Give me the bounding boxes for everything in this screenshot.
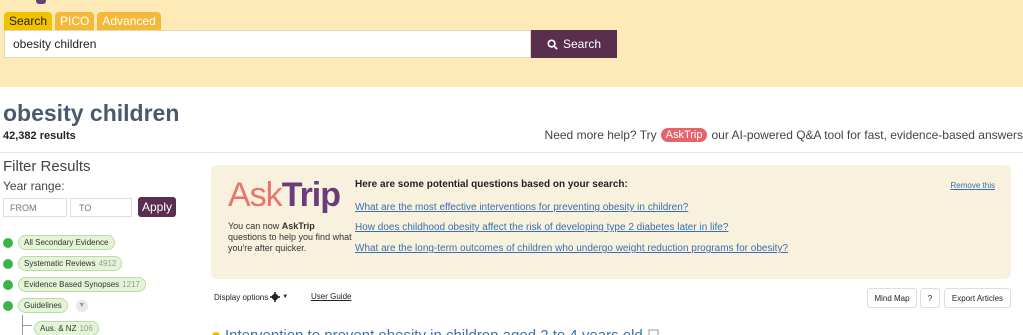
search-row: Search — [4, 30, 617, 58]
help-button[interactable]: ? — [920, 288, 940, 308]
filter-count: 1217 — [122, 280, 140, 289]
asktrip-blurb: You can now AskTrip questions to help yo… — [228, 221, 352, 253]
tree-branch — [22, 325, 32, 326]
filter-item[interactable]: Guidelines ▼ — [3, 298, 88, 313]
help-line: Need more help? Try AskTrip our AI-power… — [545, 128, 1023, 142]
filter-pill[interactable]: Guidelines — [18, 298, 68, 313]
filter-toggle-dot[interactable] — [3, 258, 13, 269]
filter-label: Guidelines — [24, 301, 62, 310]
sub-filter-item[interactable]: Aus. & NZ 106 — [34, 318, 99, 335]
year-range-label: Year range: — [3, 179, 65, 193]
filter-pill[interactable]: Systematic Reviews 4912 — [18, 256, 123, 271]
results-toolbar: Display options ▼ User Guide Mind Map ? … — [211, 288, 1023, 308]
filter-toggle-dot[interactable] — [3, 279, 13, 290]
year-to-input[interactable] — [70, 198, 132, 217]
result-count: 42,382 results — [3, 130, 76, 142]
filter-item[interactable]: Evidence Based Synopses 1217 — [3, 277, 146, 292]
filter-label: All Secondary Evidence — [24, 238, 109, 247]
display-options-button[interactable]: Display options ▼ — [214, 292, 288, 302]
user-guide-link[interactable]: User Guide — [311, 292, 351, 301]
sub-filter-pill[interactable]: Aus. & NZ 106 — [34, 321, 99, 335]
filter-item[interactable]: Systematic Reviews 4912 — [3, 256, 123, 271]
suggested-question-link[interactable]: What are the most effective intervention… — [355, 202, 688, 213]
filter-toggle-dot[interactable] — [3, 300, 13, 311]
search-button[interactable]: Search — [531, 30, 617, 58]
search-icon — [547, 38, 558, 50]
filter-toggle-dot[interactable] — [3, 237, 13, 248]
result-evidence-dot — [212, 331, 220, 335]
tab-search[interactable]: Search — [4, 12, 53, 30]
search-input[interactable] — [4, 30, 531, 58]
logo-fragment — [36, 0, 46, 4]
search-tabs: Search PICO Advanced — [4, 12, 161, 30]
result-title-link[interactable]: Intervention to prevent obesity in child… — [225, 327, 643, 335]
tab-advanced[interactable]: Advanced — [97, 12, 161, 30]
suggested-question-link[interactable]: What are the long-term outcomes of child… — [355, 243, 788, 254]
help-suffix: our AI-powered Q&A tool for fast, eviden… — [711, 128, 1023, 142]
filter-pill[interactable]: All Secondary Evidence — [18, 235, 115, 250]
document-icon — [648, 329, 659, 335]
asktrip-pill[interactable]: AskTrip — [660, 128, 708, 142]
search-header: Search PICO Advanced Search — [0, 0, 1023, 87]
chevron-down-icon[interactable]: ▼ — [75, 299, 88, 312]
asktrip-logo: AskTrip — [228, 176, 341, 214]
search-button-label: Search — [562, 37, 602, 51]
help-prefix: Need more help? Try — [544, 128, 657, 142]
export-articles-button[interactable]: Export Articles — [944, 288, 1011, 308]
filter-title: Filter Results — [3, 158, 91, 175]
mind-map-button[interactable]: Mind Map — [867, 288, 917, 308]
page-title: obesity children — [3, 100, 180, 126]
apply-button[interactable]: Apply — [138, 197, 176, 217]
year-from-input[interactable] — [3, 198, 67, 217]
filter-pill[interactable]: Evidence Based Synopses 1217 — [18, 277, 146, 292]
gear-icon — [270, 292, 281, 302]
filter-count: 4912 — [98, 259, 117, 268]
sub-filter-label: Aus. & NZ — [40, 324, 77, 333]
chevron-down-icon: ▼ — [282, 294, 289, 300]
filter-item[interactable]: All Secondary Evidence — [3, 235, 115, 250]
sub-filter-count: 106 — [79, 324, 93, 333]
filter-label: Systematic Reviews — [24, 259, 96, 268]
asktrip-panel: AskTrip You can now AskTrip questions to… — [211, 165, 1011, 279]
tab-pico[interactable]: PICO — [55, 12, 95, 30]
remove-link[interactable]: Remove this — [951, 181, 995, 190]
asktrip-heading: Here are some potential questions based … — [355, 179, 628, 190]
divider — [0, 152, 1023, 153]
filter-label: Evidence Based Synopses — [24, 280, 120, 289]
result-row: Intervention to prevent obesity in child… — [212, 327, 660, 335]
suggested-question-link[interactable]: How does childhood obesity affect the ri… — [355, 222, 728, 233]
